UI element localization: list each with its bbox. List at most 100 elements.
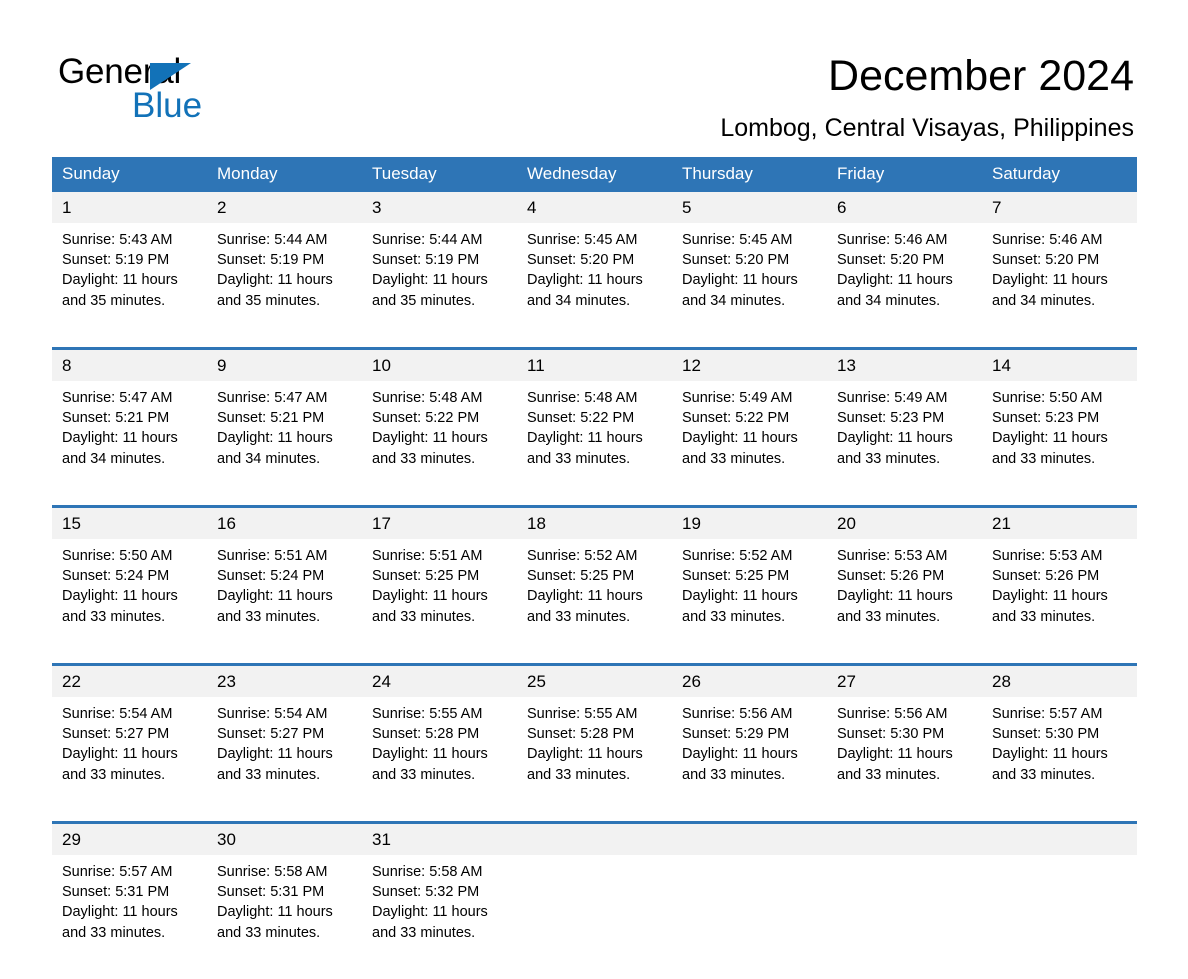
day-cell[interactable]: Sunrise: 5:53 AM Sunset: 5:26 PM Dayligh… xyxy=(982,539,1137,663)
day-cell[interactable]: Sunrise: 5:49 AM Sunset: 5:23 PM Dayligh… xyxy=(827,381,982,505)
day-cell[interactable]: Sunrise: 5:50 AM Sunset: 5:24 PM Dayligh… xyxy=(52,539,207,663)
sunset-text: Sunset: 5:26 PM xyxy=(992,568,1100,585)
daylight-text-line1: Daylight: 11 hours xyxy=(62,588,178,605)
day-number[interactable]: 7 xyxy=(982,192,1137,223)
week-row-daynumbers: 8 9 10 11 12 13 14 xyxy=(52,350,1137,381)
day-number[interactable]: 11 xyxy=(517,350,672,381)
day-number[interactable]: 17 xyxy=(362,508,517,539)
day-number[interactable]: 31 xyxy=(362,824,517,855)
day-number[interactable]: 19 xyxy=(672,508,827,539)
day-cell[interactable]: Sunrise: 5:55 AM Sunset: 5:28 PM Dayligh… xyxy=(362,697,517,821)
day-cell[interactable]: Sunrise: 5:43 AM Sunset: 5:19 PM Dayligh… xyxy=(52,223,207,347)
daylight-text-line2: and 34 minutes. xyxy=(837,292,941,309)
week-row-details: Sunrise: 5:50 AM Sunset: 5:24 PM Dayligh… xyxy=(52,539,1137,663)
day-number[interactable]: 5 xyxy=(672,192,827,223)
day-cell[interactable]: Sunrise: 5:58 AM Sunset: 5:31 PM Dayligh… xyxy=(207,855,362,979)
sunset-text: Sunset: 5:26 PM xyxy=(837,568,945,585)
day-number[interactable]: 2 xyxy=(207,192,362,223)
daylight-text-line2: and 33 minutes. xyxy=(217,924,321,941)
week-row-daynumbers: 15 16 17 18 19 20 21 xyxy=(52,508,1137,539)
day-number[interactable]: 22 xyxy=(52,666,207,697)
day-number[interactable]: 27 xyxy=(827,666,982,697)
day-cell[interactable]: Sunrise: 5:53 AM Sunset: 5:26 PM Dayligh… xyxy=(827,539,982,663)
day-number[interactable]: 4 xyxy=(517,192,672,223)
daylight-text-line2: and 33 minutes. xyxy=(217,766,321,783)
day-cell[interactable]: Sunrise: 5:58 AM Sunset: 5:32 PM Dayligh… xyxy=(362,855,517,979)
day-number[interactable]: 26 xyxy=(672,666,827,697)
day-number[interactable]: 23 xyxy=(207,666,362,697)
day-cell[interactable]: Sunrise: 5:45 AM Sunset: 5:20 PM Dayligh… xyxy=(517,223,672,347)
daylight-text-line2: and 34 minutes. xyxy=(682,292,786,309)
day-cell[interactable]: Sunrise: 5:51 AM Sunset: 5:24 PM Dayligh… xyxy=(207,539,362,663)
daylight-text-line1: Daylight: 11 hours xyxy=(62,430,178,447)
day-number[interactable]: 16 xyxy=(207,508,362,539)
day-number[interactable]: 15 xyxy=(52,508,207,539)
daylight-text-line1: Daylight: 11 hours xyxy=(62,904,178,921)
day-number[interactable]: 21 xyxy=(982,508,1137,539)
daylight-text-line2: and 33 minutes. xyxy=(372,450,476,467)
day-cell[interactable]: Sunrise: 5:56 AM Sunset: 5:30 PM Dayligh… xyxy=(827,697,982,821)
daylight-text-line1: Daylight: 11 hours xyxy=(62,746,178,763)
day-cell[interactable]: Sunrise: 5:46 AM Sunset: 5:20 PM Dayligh… xyxy=(982,223,1137,347)
daylight-text-line1: Daylight: 11 hours xyxy=(992,430,1108,447)
daylight-text-line2: and 33 minutes. xyxy=(372,924,476,941)
day-cell[interactable]: Sunrise: 5:52 AM Sunset: 5:25 PM Dayligh… xyxy=(672,539,827,663)
day-cell[interactable]: Sunrise: 5:50 AM Sunset: 5:23 PM Dayligh… xyxy=(982,381,1137,505)
day-number[interactable]: 14 xyxy=(982,350,1137,381)
day-cell[interactable]: Sunrise: 5:57 AM Sunset: 5:31 PM Dayligh… xyxy=(52,855,207,979)
day-cell[interactable]: Sunrise: 5:47 AM Sunset: 5:21 PM Dayligh… xyxy=(207,381,362,505)
sunrise-text: Sunrise: 5:57 AM xyxy=(992,706,1103,722)
day-cell[interactable]: Sunrise: 5:49 AM Sunset: 5:22 PM Dayligh… xyxy=(672,381,827,505)
day-cell[interactable]: Sunrise: 5:46 AM Sunset: 5:20 PM Dayligh… xyxy=(827,223,982,347)
day-cell[interactable]: Sunrise: 5:48 AM Sunset: 5:22 PM Dayligh… xyxy=(517,381,672,505)
day-number[interactable]: 20 xyxy=(827,508,982,539)
daylight-text-line2: and 33 minutes. xyxy=(527,450,631,467)
day-number-empty xyxy=(672,824,827,855)
daylight-text-line1: Daylight: 11 hours xyxy=(527,746,643,763)
day-number-empty xyxy=(982,824,1137,855)
day-cell[interactable]: Sunrise: 5:47 AM Sunset: 5:21 PM Dayligh… xyxy=(52,381,207,505)
day-number[interactable]: 1 xyxy=(52,192,207,223)
day-cell-empty xyxy=(672,855,827,979)
daylight-text-line2: and 33 minutes. xyxy=(992,450,1096,467)
sunrise-text: Sunrise: 5:54 AM xyxy=(62,706,173,722)
sunrise-text: Sunrise: 5:49 AM xyxy=(837,390,948,406)
day-cell[interactable]: Sunrise: 5:51 AM Sunset: 5:25 PM Dayligh… xyxy=(362,539,517,663)
day-number[interactable]: 18 xyxy=(517,508,672,539)
week-row-daynumbers: 29 30 31 xyxy=(52,824,1137,855)
day-number[interactable]: 30 xyxy=(207,824,362,855)
page-title: December 2024 xyxy=(828,52,1134,100)
day-number[interactable]: 28 xyxy=(982,666,1137,697)
day-number[interactable]: 9 xyxy=(207,350,362,381)
day-cell[interactable]: Sunrise: 5:44 AM Sunset: 5:19 PM Dayligh… xyxy=(362,223,517,347)
day-number[interactable]: 25 xyxy=(517,666,672,697)
sunrise-text: Sunrise: 5:45 AM xyxy=(527,232,638,248)
day-cell[interactable]: Sunrise: 5:54 AM Sunset: 5:27 PM Dayligh… xyxy=(52,697,207,821)
sunrise-text: Sunrise: 5:47 AM xyxy=(62,390,173,406)
day-cell[interactable]: Sunrise: 5:56 AM Sunset: 5:29 PM Dayligh… xyxy=(672,697,827,821)
day-number[interactable]: 24 xyxy=(362,666,517,697)
day-cell[interactable]: Sunrise: 5:55 AM Sunset: 5:28 PM Dayligh… xyxy=(517,697,672,821)
day-number[interactable]: 8 xyxy=(52,350,207,381)
sunset-text: Sunset: 5:28 PM xyxy=(527,726,635,743)
day-number[interactable]: 6 xyxy=(827,192,982,223)
sunset-text: Sunset: 5:20 PM xyxy=(837,252,945,269)
day-cell[interactable]: Sunrise: 5:48 AM Sunset: 5:22 PM Dayligh… xyxy=(362,381,517,505)
day-number-empty xyxy=(827,824,982,855)
day-cell[interactable]: Sunrise: 5:57 AM Sunset: 5:30 PM Dayligh… xyxy=(982,697,1137,821)
day-number[interactable]: 12 xyxy=(672,350,827,381)
day-cell[interactable]: Sunrise: 5:44 AM Sunset: 5:19 PM Dayligh… xyxy=(207,223,362,347)
daylight-text-line1: Daylight: 11 hours xyxy=(992,746,1108,763)
day-cell[interactable]: Sunrise: 5:52 AM Sunset: 5:25 PM Dayligh… xyxy=(517,539,672,663)
day-cell[interactable]: Sunrise: 5:45 AM Sunset: 5:20 PM Dayligh… xyxy=(672,223,827,347)
day-cell[interactable]: Sunrise: 5:54 AM Sunset: 5:27 PM Dayligh… xyxy=(207,697,362,821)
daylight-text-line1: Daylight: 11 hours xyxy=(527,430,643,447)
daylight-text-line1: Daylight: 11 hours xyxy=(372,430,488,447)
day-number[interactable]: 29 xyxy=(52,824,207,855)
daylight-text-line2: and 33 minutes. xyxy=(527,608,631,625)
sunset-text: Sunset: 5:22 PM xyxy=(527,410,635,427)
day-number[interactable]: 10 xyxy=(362,350,517,381)
sunset-text: Sunset: 5:25 PM xyxy=(682,568,790,585)
day-number[interactable]: 3 xyxy=(362,192,517,223)
day-number[interactable]: 13 xyxy=(827,350,982,381)
